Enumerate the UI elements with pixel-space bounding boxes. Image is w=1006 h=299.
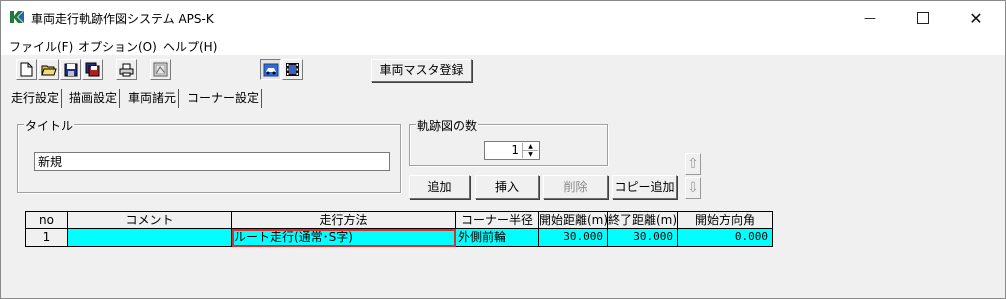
tab-vehicle-specs[interactable]: 車両諸元 [126,89,180,108]
save-icon [64,63,78,77]
tab-driving-settings[interactable]: 走行設定 [9,89,63,108]
menu-help[interactable]: ヘルプ(H) [163,38,217,55]
title-bar: 車両走行軌跡作図システム APS-K — ✕ [1,1,1005,35]
window-title: 車両走行軌跡作図システム APS-K [31,12,214,26]
vehicle-view-button[interactable] [260,59,281,80]
trajectory-count-value: 1 [511,143,519,157]
delete-button[interactable]: 削除 [543,175,608,199]
grid-row-no[interactable]: 1 [25,229,68,247]
menu-bar: ファイル(F) オプション(O) ヘルプ(H) [1,35,1005,55]
grid-cell-start-distance[interactable]: 30.000 [539,229,608,247]
print-button[interactable] [116,59,137,80]
print-icon [119,63,134,77]
save-as-icon [85,62,100,77]
arrow-up-icon: ⇧ [687,156,699,172]
add-button[interactable]: 追加 [409,175,470,199]
driving-settings-panel: タイトル 新規 軌跡図の数 1 ▲ ▼ 追加 挿入 削除 コピー追加 ⇧ ⇩ n… [9,111,998,296]
maximize-button[interactable] [900,1,946,35]
title-input[interactable]: 新規 [34,152,390,171]
tab-corner-settings[interactable]: コーナー設定 [185,89,263,108]
grid-header-method: 走行方法 [232,211,456,229]
film-icon [285,62,300,77]
minimize-button[interactable]: — [847,1,893,35]
grid-header-corner-radius: コーナー半径 [456,211,539,229]
save-button[interactable] [60,59,81,80]
grid-header-no: no [25,211,68,229]
move-down-button[interactable]: ⇩ [685,177,701,199]
move-up-button[interactable]: ⇧ [685,153,701,175]
new-file-button[interactable] [16,59,37,80]
trajectory-count-legend: 軌跡図の数 [416,117,479,134]
tab-drawing-settings[interactable]: 描画設定 [67,89,121,108]
save-as-button[interactable] [82,59,103,80]
grid-header-start-angle: 開始方向角 [678,211,773,229]
app-window: 車両走行軌跡作図システム APS-K — ✕ ファイル(F) オプション(O) … [0,0,1006,299]
film-button[interactable] [282,59,303,80]
open-folder-icon [40,63,57,77]
trajectory-count-spinner[interactable]: 1 ▲ ▼ [484,141,540,160]
title-group: タイトル 新規 [17,117,401,193]
app-logo-icon [9,10,25,24]
maximize-icon [917,12,929,24]
copy-add-button[interactable]: コピー追加 [612,175,677,199]
close-button[interactable]: ✕ [953,1,999,35]
title-group-legend: タイトル [24,117,75,134]
new-file-icon [20,62,33,77]
spin-up-icon[interactable]: ▲ [523,143,538,151]
insert-button[interactable]: 挿入 [475,175,539,199]
menu-options[interactable]: オプション(O) [78,38,157,55]
grid-cell-method[interactable]: ルート走行(通常･S字) [232,229,456,247]
grid-header-end-distance: 終了距離(m) [608,211,678,229]
grid-header-comment: コメント [68,211,232,229]
close-icon: ✕ [969,8,983,28]
grid-cell-corner-radius[interactable]: 外側前輪 [456,229,539,247]
grid-cell-end-distance[interactable]: 30.000 [608,229,678,247]
toolbar: 車両マスタ登録 [1,56,1005,88]
grid-header-start-distance: 開始距離(m) [539,211,608,229]
spin-down-icon[interactable]: ▼ [523,151,538,158]
vehicle-master-register-button[interactable]: 車両マスタ登録 [371,59,472,82]
menu-file[interactable]: ファイル(F) [9,38,73,55]
grid-cell-start-angle[interactable]: 0.000 [678,229,773,247]
preview-button[interactable] [150,59,171,80]
trajectory-count-group: 軌跡図の数 1 ▲ ▼ [409,117,608,166]
spinner-arrows: ▲ ▼ [522,143,538,158]
open-button[interactable] [38,59,59,80]
arrow-down-icon: ⇩ [687,180,699,196]
grid-cell-comment[interactable] [68,229,232,247]
minimize-icon: — [864,11,876,25]
preview-icon [153,62,168,77]
vehicle-view-icon [263,63,279,77]
